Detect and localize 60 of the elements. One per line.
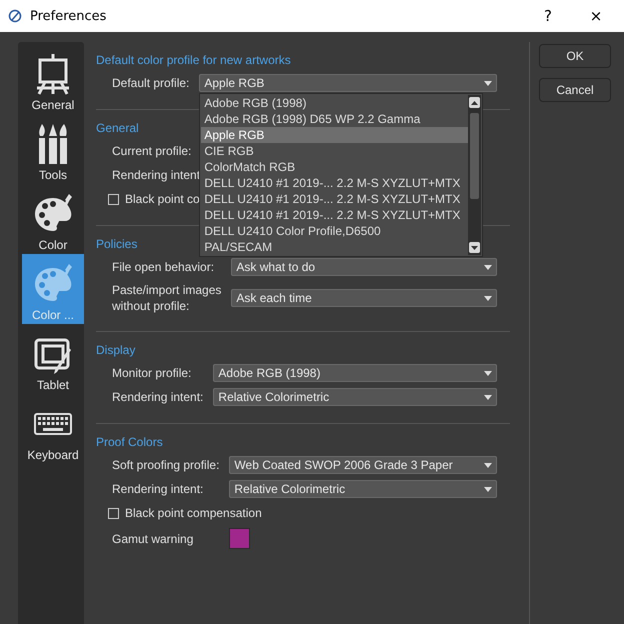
caret-icon xyxy=(484,486,492,492)
section-title: General xyxy=(96,121,139,135)
dropdown[interactable]: Apple RGB xyxy=(199,74,497,92)
dropdown-option[interactable]: CIE RGB xyxy=(201,143,468,159)
field-label: Current profile: xyxy=(112,143,192,159)
checkbox[interactable] xyxy=(108,194,119,204)
dropdown[interactable]: Adobe RGB (1998) xyxy=(213,364,497,382)
window-title: Preferences xyxy=(30,8,108,24)
sidebar-item[interactable]: Tablet xyxy=(22,324,84,394)
checkbox-label: Black point compensation xyxy=(125,505,262,521)
sidebar-item[interactable]: General xyxy=(22,44,84,114)
section-title: Policies xyxy=(96,237,138,251)
dropdown-option[interactable]: DELL U2410 #1 2019-... 2.2 M-S XYZLUT+MTX xyxy=(201,191,468,207)
color-swatch[interactable] xyxy=(229,528,250,549)
sidebar-item[interactable]: Tools xyxy=(22,114,84,184)
field-label: Rendering intent xyxy=(112,167,200,183)
caret-icon xyxy=(484,80,492,86)
field-label: Paste/import images without profile: xyxy=(112,282,222,314)
scroll-down-button[interactable] xyxy=(469,242,480,253)
dropdown[interactable]: Relative Colorimetric xyxy=(229,480,497,498)
scrollbar[interactable] xyxy=(468,95,482,255)
field-label: Rendering intent: xyxy=(112,481,204,497)
dropdown-option[interactable]: PAL/SECAM xyxy=(201,239,468,255)
cancel-button[interactable]: Cancel xyxy=(539,78,611,102)
section-title: Proof Colors xyxy=(96,435,163,449)
scroll-up-button[interactable] xyxy=(469,97,480,108)
field-label: Default profile: xyxy=(112,75,190,91)
dropdown[interactable]: Web Coated SWOP 2006 Grade 3 Paper xyxy=(229,456,497,474)
dropdown[interactable]: Ask each time xyxy=(231,289,497,307)
close-button[interactable]: × xyxy=(576,2,616,30)
caret-icon xyxy=(484,394,492,400)
sidebar-item[interactable]: Keyboard xyxy=(22,394,84,464)
dropdown-option[interactable]: DELL U2410 #1 2019-... 2.2 M-S XYZLUT+MTX xyxy=(201,175,468,191)
sidebar-item[interactable]: Color xyxy=(22,184,84,254)
caret-icon xyxy=(484,462,492,468)
field-label: Rendering intent: xyxy=(112,389,204,405)
section-title: Display xyxy=(96,343,136,357)
caret-icon xyxy=(484,370,492,376)
section-title: Default color profile for new artworks xyxy=(96,53,291,67)
field-label: Soft proofing profile: xyxy=(112,457,220,473)
ok-button[interactable]: OK xyxy=(539,44,611,68)
dropdown-option[interactable]: DELL U2410 Color Profile,D6500 xyxy=(201,223,468,239)
field-label: Gamut warning xyxy=(112,530,194,546)
caret-down-icon xyxy=(471,246,478,250)
field-label: Monitor profile: xyxy=(112,365,192,381)
dropdown[interactable]: Ask what to do xyxy=(231,258,497,276)
dropdown-option[interactable]: Adobe RGB (1998) D65 WP 2.2 Gamma xyxy=(201,111,468,127)
dropdown-option[interactable]: Adobe RGB (1998) xyxy=(201,95,468,111)
dropdown[interactable]: Relative Colorimetric xyxy=(213,388,497,406)
caret-up-icon xyxy=(471,100,478,104)
dropdown-option[interactable]: DELL U2410 #1 2019-... 2.2 M-S XYZLUT+MTX xyxy=(201,207,468,223)
field-label: File open behavior: xyxy=(112,259,216,275)
help-button[interactable]: ? xyxy=(528,2,568,30)
checkbox-label: Black point co xyxy=(125,191,200,207)
app-logo-icon xyxy=(8,9,22,23)
caret-icon xyxy=(484,296,492,300)
checkbox[interactable] xyxy=(108,508,119,518)
dropdown-option[interactable]: Apple RGB xyxy=(201,127,468,143)
caret-icon xyxy=(484,264,492,270)
dropdown-option[interactable]: ColorMatch RGB xyxy=(201,159,468,175)
